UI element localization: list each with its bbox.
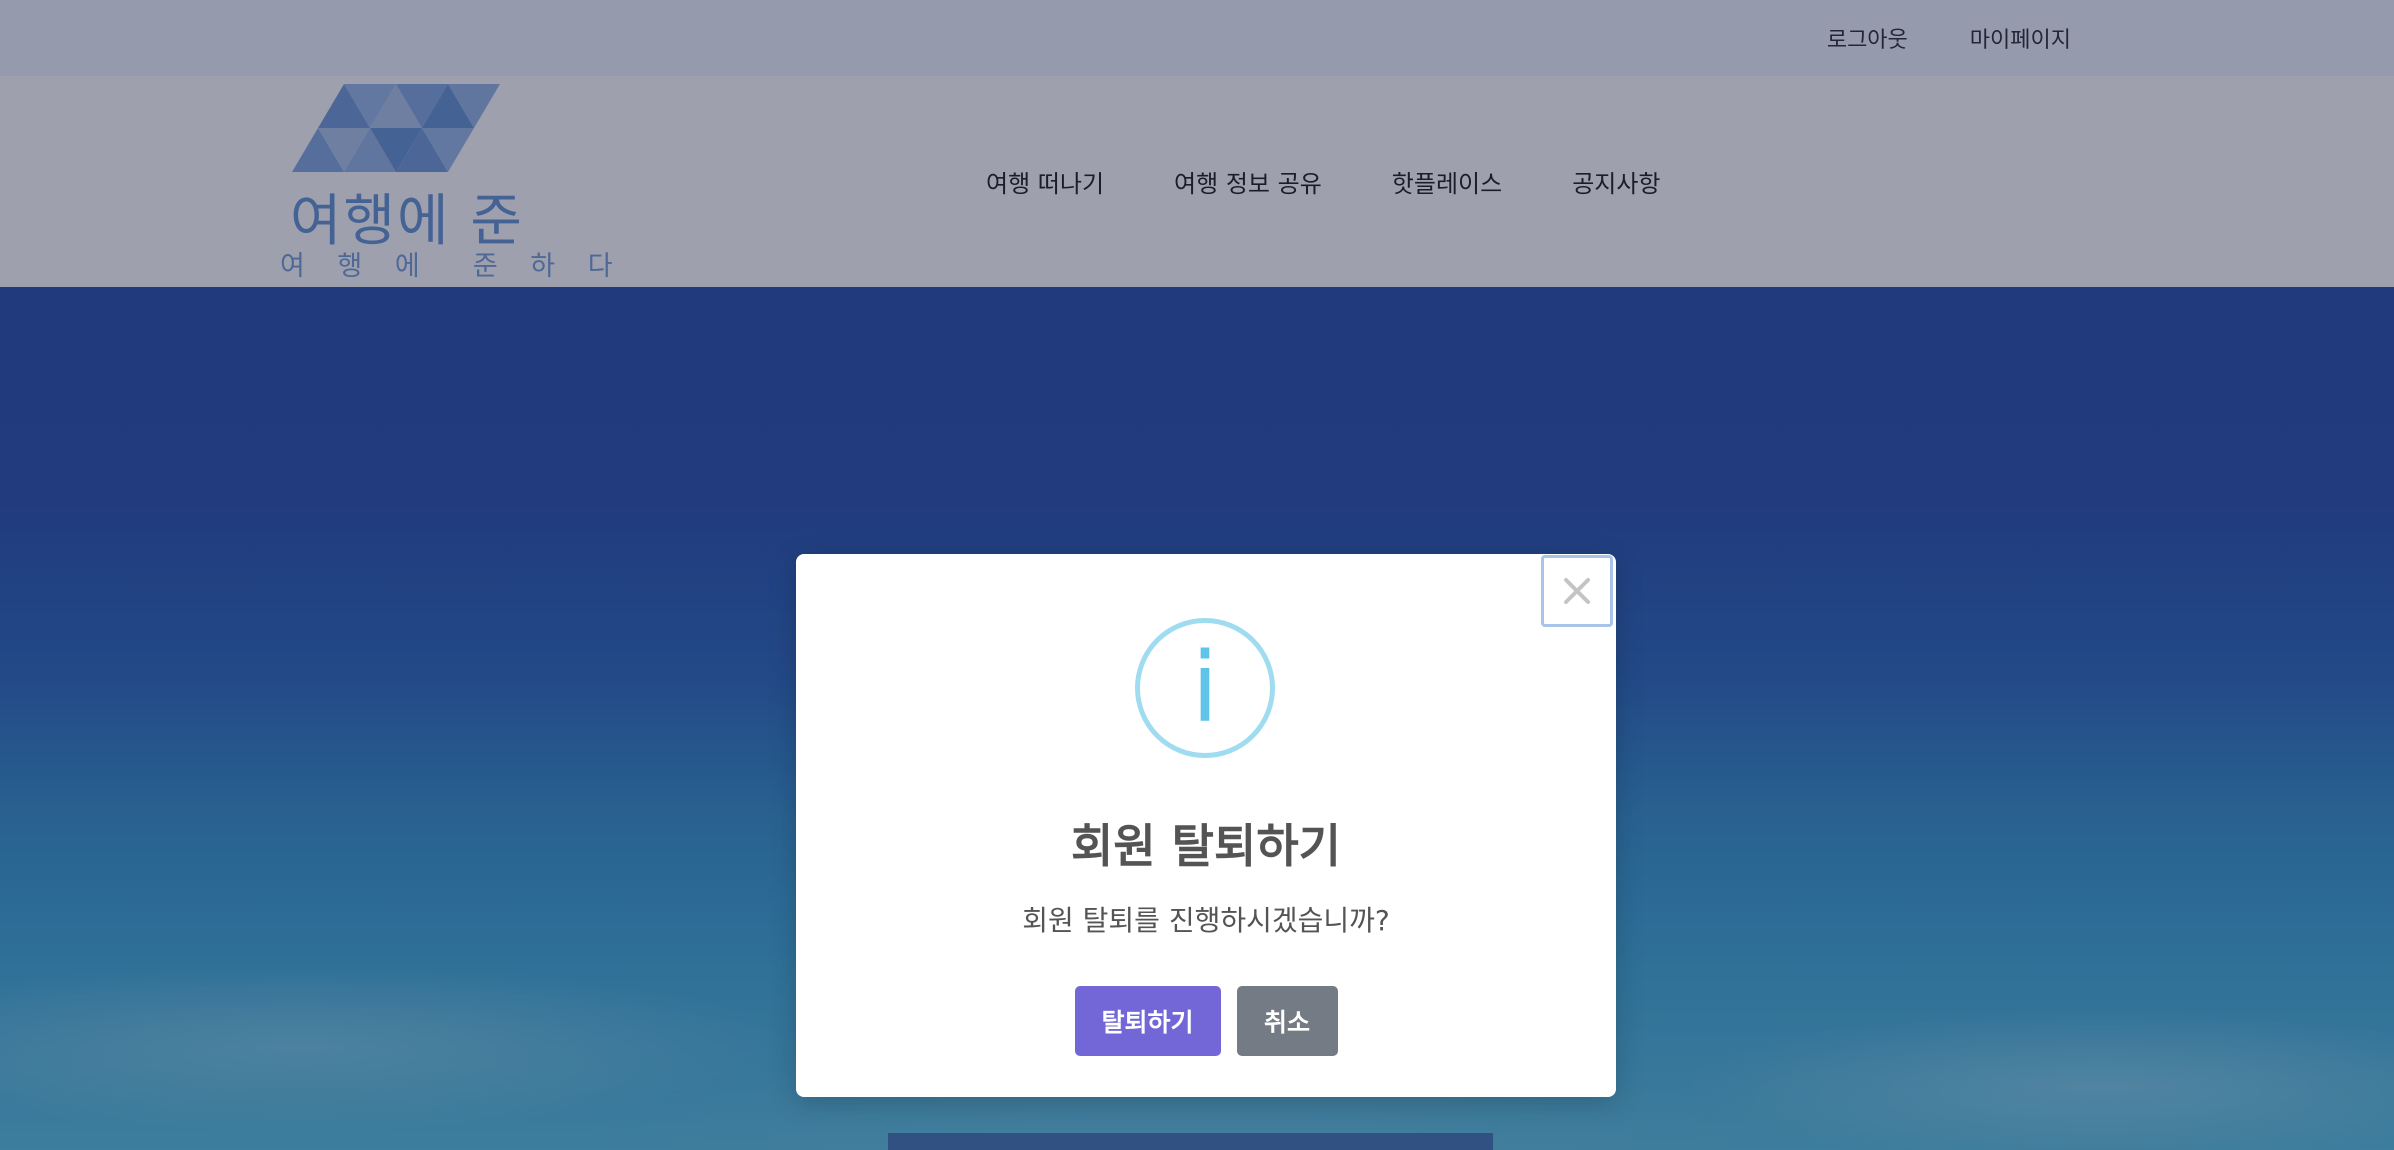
confirm-withdraw-button[interactable]: 탈퇴하기 xyxy=(1074,986,1221,1056)
info-icon: i xyxy=(1135,618,1275,758)
dialog-title: 회원 탈퇴하기 xyxy=(1071,819,1341,873)
cancel-button[interactable]: 취소 xyxy=(1236,986,1338,1056)
dialog-message: 회원 탈퇴를 진행하시겠습니까? xyxy=(1022,904,1390,937)
info-symbol: i xyxy=(1191,632,1219,744)
close-button[interactable] xyxy=(1541,555,1613,627)
withdraw-dialog: i 회원 탈퇴하기 회원 탈퇴를 진행하시겠습니까? 탈퇴하기 취소 xyxy=(796,554,1616,1097)
dialog-actions: 탈퇴하기 취소 xyxy=(796,986,1616,1056)
close-icon xyxy=(1564,578,1590,604)
